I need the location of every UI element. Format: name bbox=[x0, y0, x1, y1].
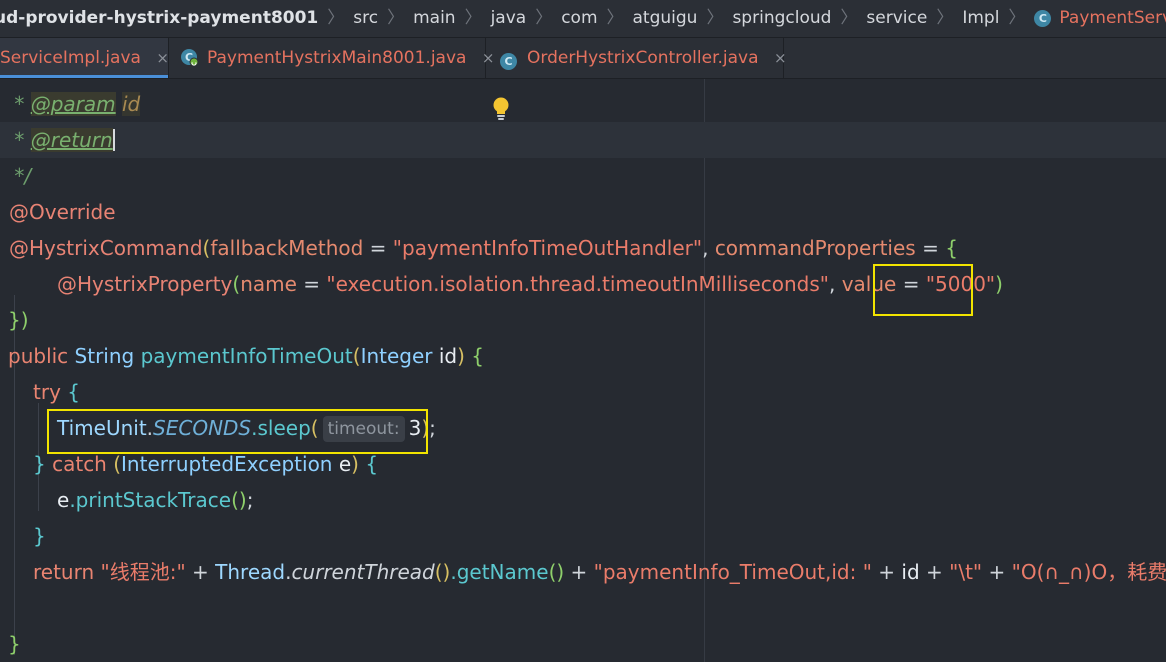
highlight-box-timeout-value bbox=[873, 264, 973, 316]
breadcrumb-module[interactable]: ud-provider-hystrix-payment8001 bbox=[0, 0, 318, 37]
breadcrumb-impl[interactable]: Impl bbox=[962, 0, 999, 37]
spring-boot-class-icon: C bbox=[179, 42, 199, 67]
tab-payment-hystrix-main[interactable]: C PaymentHystrixMain8001.java × bbox=[169, 38, 494, 78]
close-icon[interactable]: × bbox=[774, 38, 787, 78]
breadcrumb-src[interactable]: src bbox=[353, 0, 378, 37]
text-caret bbox=[112, 129, 115, 151]
code-editor[interactable]: * @param id * @return */ @Override @Hyst… bbox=[0, 79, 1166, 662]
code-line-4[interactable]: @Override bbox=[0, 194, 1166, 230]
breadcrumb: ud-provider-hystrix-payment8001 〉 src 〉 main… bbox=[0, 0, 1166, 38]
code-line-14[interactable]: return "线程池:" + Thread.currentThread().g… bbox=[0, 554, 1166, 590]
breadcrumb-class[interactable]: PaymentServiceImpl bbox=[1059, 0, 1166, 37]
editor-tab-bar: ServiceImpl.java × C PaymentHystrixMain8… bbox=[0, 38, 1166, 79]
code-line-16[interactable]: } bbox=[0, 626, 1166, 662]
code-line-5[interactable]: @HystrixCommand(fallbackMethod = "paymen… bbox=[0, 230, 1166, 266]
code-line-1[interactable]: * @param id bbox=[0, 86, 1166, 122]
tab-order-hystrix-controller[interactable]: C OrderHystrixController.java × bbox=[486, 38, 787, 78]
tab-payment-service-impl[interactable]: ServiceImpl.java × bbox=[0, 38, 169, 78]
code-line-7[interactable]: }) bbox=[0, 302, 1166, 338]
breadcrumb-main[interactable]: main bbox=[413, 0, 455, 37]
breadcrumb-separator: 〉 bbox=[387, 8, 405, 28]
breadcrumb-com[interactable]: com bbox=[561, 0, 597, 37]
breadcrumb-separator: 〉 bbox=[840, 8, 858, 28]
code-line-12[interactable]: e.printStackTrace(); bbox=[0, 482, 1166, 518]
breadcrumb-java[interactable]: java bbox=[491, 0, 527, 37]
breadcrumb-service[interactable]: service bbox=[866, 0, 927, 37]
breadcrumb-springcloud[interactable]: springcloud bbox=[732, 0, 831, 37]
code-line-2-current[interactable]: * @return bbox=[0, 122, 1166, 158]
breadcrumb-separator: 〉 bbox=[1008, 8, 1026, 28]
breadcrumb-separator: 〉 bbox=[936, 8, 954, 28]
code-line-9[interactable]: try { bbox=[0, 374, 1166, 410]
tab-label: PaymentHystrixMain8001.java bbox=[207, 48, 467, 68]
lightbulb-icon[interactable] bbox=[491, 96, 511, 122]
breadcrumb-separator: 〉 bbox=[706, 8, 724, 28]
close-icon[interactable]: × bbox=[156, 38, 169, 78]
javadoc-param-name: id bbox=[122, 92, 141, 116]
breadcrumb-separator: 〉 bbox=[464, 8, 482, 28]
tab-label: ServiceImpl.java bbox=[0, 48, 141, 68]
javadoc-param-tag: @param bbox=[30, 92, 116, 116]
code-line-3[interactable]: */ bbox=[0, 158, 1166, 194]
breadcrumb-separator: 〉 bbox=[606, 8, 624, 28]
class-icon: C bbox=[500, 53, 517, 70]
breadcrumb-separator: 〉 bbox=[327, 8, 345, 28]
tab-label: OrderHystrixController.java bbox=[527, 48, 759, 68]
javadoc-return-tag: @return bbox=[30, 128, 113, 152]
highlight-box-sleep-call bbox=[47, 409, 428, 454]
code-line-8[interactable]: public String paymentInfoTimeOut(Integer… bbox=[0, 338, 1166, 374]
breadcrumb-atguigu[interactable]: atguigu bbox=[633, 0, 698, 37]
breadcrumb-separator: 〉 bbox=[535, 8, 553, 28]
class-icon: C bbox=[1034, 10, 1052, 27]
code-line-6[interactable]: @HystrixProperty(name = "execution.isola… bbox=[0, 266, 1166, 302]
code-line-13[interactable]: } bbox=[0, 518, 1166, 554]
